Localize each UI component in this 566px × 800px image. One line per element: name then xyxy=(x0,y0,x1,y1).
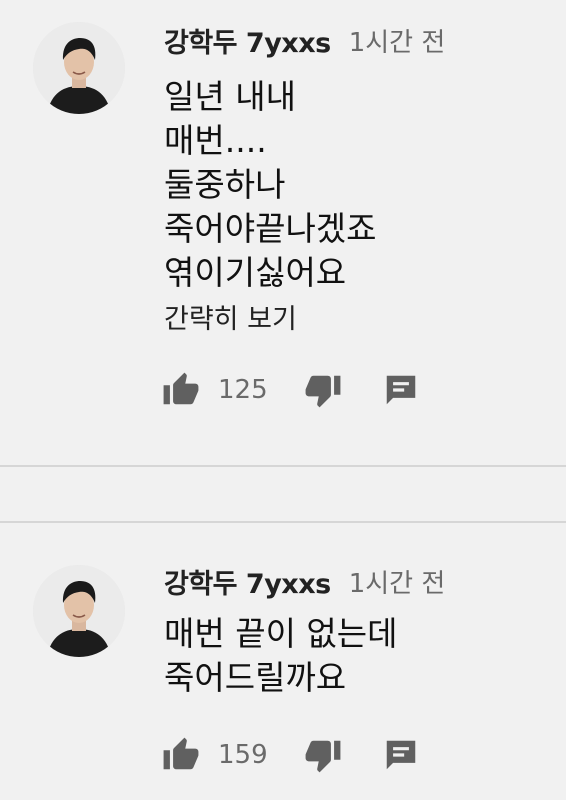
divider xyxy=(0,465,566,467)
like-button[interactable] xyxy=(162,371,200,409)
comment-line: 일년 내내 xyxy=(164,77,296,116)
comment-time[interactable]: 1시간 전 xyxy=(349,563,446,600)
avatar[interactable] xyxy=(33,22,125,114)
comment-actions: 159 xyxy=(162,735,420,775)
like-count: 159 xyxy=(218,740,268,770)
like-button[interactable] xyxy=(162,736,200,774)
comment-header: 강학두 7yxxs 1시간 전 xyxy=(164,21,446,60)
thumbs-up-icon xyxy=(163,737,199,770)
comment-body: 매번 끝이 없는데 죽어드릴까요 xyxy=(164,612,398,700)
comment-author[interactable]: 강학두 7yxxs xyxy=(164,21,331,60)
thumbs-down-icon xyxy=(305,375,341,408)
reply-icon xyxy=(386,740,416,770)
show-less-link[interactable]: 간략히 보기 xyxy=(164,302,297,338)
reply-button[interactable] xyxy=(382,736,420,774)
comment-line: 죽어야끝나겠죠 xyxy=(164,209,377,248)
dislike-button[interactable] xyxy=(304,371,342,409)
comment-author[interactable]: 강학두 7yxxs xyxy=(164,562,331,601)
comment-line: 엮이기싫어요 xyxy=(164,253,347,292)
comment-line: 매번.... xyxy=(164,121,267,160)
thumbs-up-icon xyxy=(163,372,199,405)
like-count: 125 xyxy=(218,375,268,405)
comment-line: 죽어드릴까요 xyxy=(164,658,347,697)
avatar[interactable] xyxy=(33,565,125,657)
comment-actions: 125 xyxy=(162,370,420,410)
comment-line: 매번 끝이 없는데 xyxy=(164,614,398,653)
reply-icon xyxy=(386,375,416,405)
comment-header: 강학두 7yxxs 1시간 전 xyxy=(164,562,446,601)
dislike-button[interactable] xyxy=(304,736,342,774)
reply-button[interactable] xyxy=(382,371,420,409)
avatar-icon xyxy=(33,22,125,114)
thumbs-down-icon xyxy=(305,740,341,773)
avatar-icon xyxy=(33,565,125,657)
comment-line: 둘중하나 xyxy=(164,165,286,204)
comment-body: 일년 내내 매번.... 둘중하나 죽어야끝나겠죠 엮이기싫어요 xyxy=(164,75,377,295)
divider xyxy=(0,521,566,523)
comment-time[interactable]: 1시간 전 xyxy=(349,22,446,59)
